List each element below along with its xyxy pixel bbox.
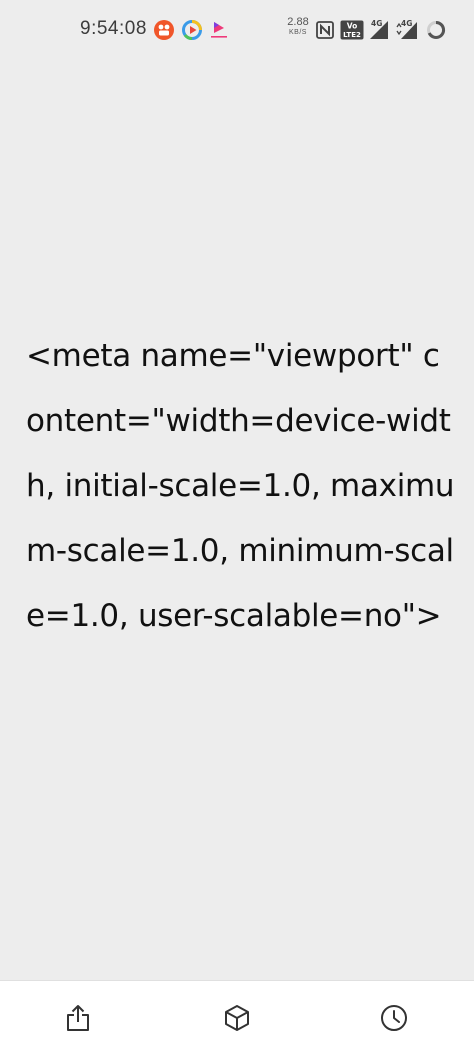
screen: 9:54:08 2.88 KB/S Vo LTE2 4G 4G <meta na… <box>0 0 474 1053</box>
network-speed-value: 2.88 <box>287 16 309 28</box>
share-button[interactable] <box>61 1001 95 1035</box>
code-content: <meta name="viewport" content="width=dev… <box>26 324 456 649</box>
network-speed: 2.88 KB/S <box>285 16 311 37</box>
svg-text:Vo: Vo <box>347 22 358 31</box>
box-button[interactable] <box>220 1001 254 1035</box>
orange-app-icon <box>154 20 174 40</box>
history-button[interactable] <box>377 1001 411 1035</box>
svg-text:4G: 4G <box>401 19 412 28</box>
history-icon <box>381 1005 407 1031</box>
network-speed-unit: KB/S <box>289 29 307 36</box>
status-bar: 9:54:08 2.88 KB/S Vo LTE2 4G 4G <box>0 0 474 62</box>
box-icon <box>225 1005 249 1031</box>
svg-text:4G: 4G <box>371 19 382 28</box>
battery-icon <box>426 20 446 45</box>
status-time: 9:54:08 <box>80 18 147 39</box>
play-app-icon <box>182 20 202 40</box>
svg-text:LTE2: LTE2 <box>343 31 361 39</box>
code-text: <meta name="viewport" content="width=dev… <box>26 338 455 634</box>
bottom-toolbar <box>0 980 474 1053</box>
nfc-icon <box>316 21 334 44</box>
signal-strength-sim1-icon: 4G <box>368 18 390 45</box>
share-icon <box>67 1005 89 1031</box>
pink-app-icon <box>209 20 229 40</box>
signal-strength-sim2-icon: 4G <box>395 18 419 45</box>
volte-icon: Vo LTE2 <box>340 20 364 45</box>
